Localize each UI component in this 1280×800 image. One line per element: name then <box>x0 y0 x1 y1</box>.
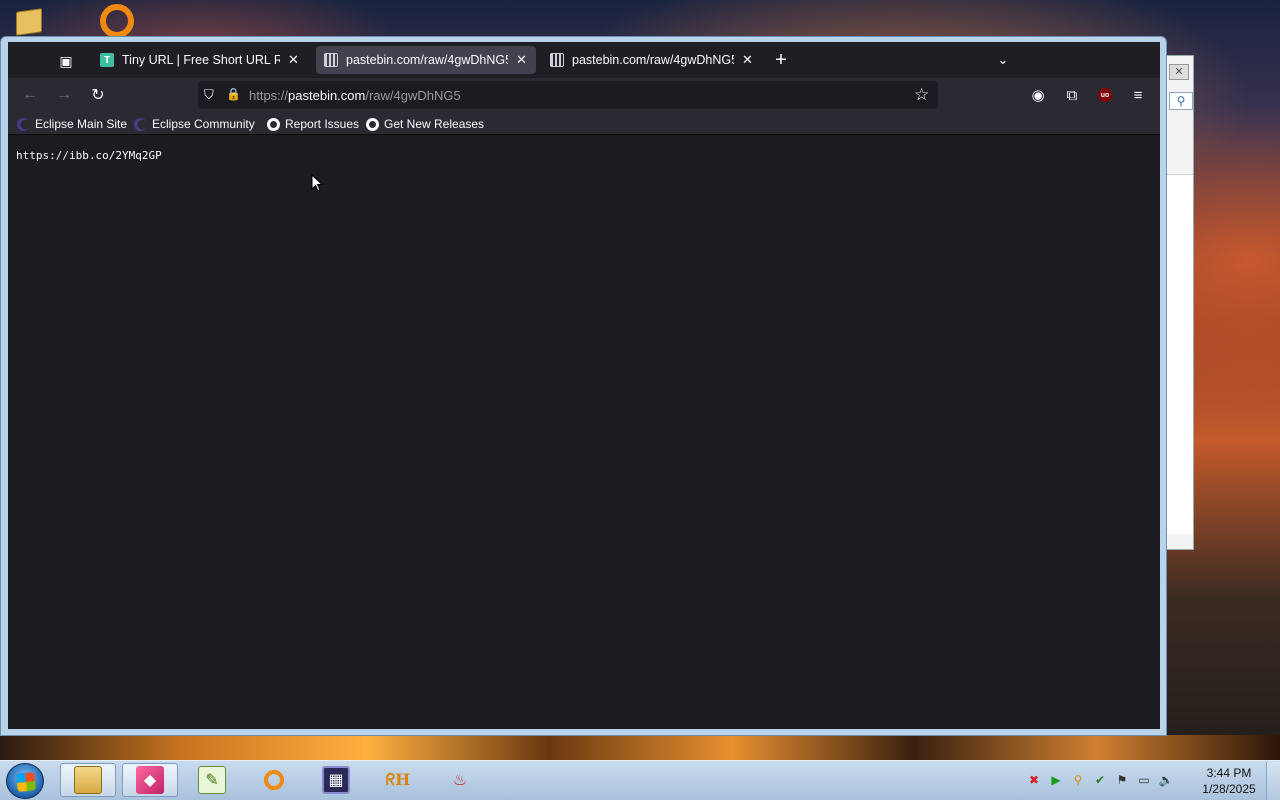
extensions-puzzle-icon[interactable]: ⧉ <box>1062 85 1082 105</box>
desktop-folder-icon[interactable] <box>14 4 46 36</box>
lock-icon[interactable]: 🔒 <box>226 87 241 103</box>
raw-paste-text[interactable]: https://ibb.co/2YMq2GP <box>16 149 162 162</box>
github-icon <box>366 117 379 131</box>
ublock-origin-icon[interactable]: uo <box>1098 88 1112 102</box>
cpu-chip-icon: ▦ <box>322 766 350 794</box>
tab-pastebin-active[interactable]: pastebin.com/raw/4gwDhNG5 ✕ <box>316 46 536 74</box>
url-path: /raw/4gwDhNG5 <box>365 88 461 103</box>
clock-date: 1/28/2025 <box>1202 782 1256 796</box>
tab-close-icon[interactable]: ✕ <box>288 52 300 68</box>
taskbar-pepper-tool[interactable]: ♨ <box>432 763 488 797</box>
system-tray: ✖ ▶ ⚲ ✔ ⚑ ▭ 🔈 <box>1026 772 1174 788</box>
taskbar-notepad[interactable]: ✎ <box>184 763 240 797</box>
url-text[interactable]: https://pastebin.com/raw/4gwDhNG5 <box>249 88 461 103</box>
clock-time: 3:44 PM <box>1206 766 1252 780</box>
tray-flag-icon[interactable]: ⚑ <box>1114 772 1130 788</box>
eclipse-icon <box>134 117 147 131</box>
background-window-close-icon[interactable]: ✕ <box>1169 64 1189 80</box>
new-tab-plus-icon[interactable]: + <box>770 48 792 72</box>
taskbar-rh-tool[interactable]: ᖇH <box>370 763 426 797</box>
hamburger-menu-icon[interactable]: ≡ <box>1128 85 1148 105</box>
url-host: pastebin.com <box>288 88 366 103</box>
bookmark-label: Report Issues <box>285 117 360 131</box>
tray-shield-icon[interactable]: ✔ <box>1092 772 1108 788</box>
folder-icon <box>74 766 102 794</box>
bookmark-star-icon[interactable]: ☆ <box>914 85 929 105</box>
tray-red-x-icon[interactable]: ✖ <box>1026 772 1042 788</box>
bookmark-label: Get New Releases <box>384 117 485 131</box>
bookmark-get-new-releases[interactable]: Get New Releases <box>366 116 484 132</box>
windows-logo-icon <box>16 772 36 792</box>
reload-icon[interactable]: ↻ <box>86 84 110 106</box>
resource-hacker-icon: ᖇH <box>385 770 411 789</box>
bookmark-report-issues[interactable]: Report Issues <box>267 116 359 132</box>
pastebin-favicon-icon <box>324 53 338 67</box>
page-content <box>8 135 1160 729</box>
magnifier-icon <box>260 766 288 794</box>
tab-pastebin[interactable]: pastebin.com/raw/4gwDhNG5 ✕ <box>542 46 762 74</box>
start-button[interactable] <box>6 763 44 799</box>
pastebin-favicon-icon <box>550 53 564 67</box>
show-desktop-button[interactable] <box>1266 762 1280 800</box>
desktop-app-icon[interactable] <box>100 4 134 38</box>
bookmark-label: Eclipse Community <box>152 117 255 131</box>
tab-title: Tiny URL | Free Short URL Redir <box>122 53 280 67</box>
tracking-shield-icon[interactable]: ⛉ <box>204 87 218 103</box>
taskbar-cpu-tool[interactable]: ▦ <box>308 763 364 797</box>
tab-close-icon[interactable]: ✕ <box>516 52 528 68</box>
tray-volume-icon[interactable]: 🔈 <box>1158 772 1174 788</box>
account-icon[interactable]: ◉ <box>1028 85 1048 105</box>
tinyurl-favicon-icon: T <box>100 53 114 67</box>
github-icon <box>267 117 280 131</box>
tab-tinyurl[interactable]: T Tiny URL | Free Short URL Redir ✕ <box>92 46 308 74</box>
taskbar-search-tool[interactable] <box>246 763 302 797</box>
back-arrow-icon[interactable]: ← <box>18 84 42 106</box>
tab-title: pastebin.com/raw/4gwDhNG5 <box>572 53 734 67</box>
tab-title: pastebin.com/raw/4gwDhNG5 <box>346 53 508 67</box>
background-window-search-icon[interactable]: ⚲ <box>1169 92 1193 110</box>
bookmark-label: Eclipse Main Site <box>35 117 128 131</box>
taskbar-firefox[interactable]: ◆ <box>122 763 178 797</box>
background-window-panel <box>1163 174 1193 534</box>
pepper-icon: ♨ <box>452 772 468 789</box>
firefox-icon: ◆ <box>136 766 164 794</box>
tab-close-icon[interactable]: ✕ <box>742 52 754 68</box>
notepad-icon: ✎ <box>198 766 226 794</box>
url-scheme: https:// <box>249 88 289 103</box>
tab-list-icon[interactable]: ▣ <box>52 50 80 72</box>
tray-play-icon[interactable]: ▶ <box>1048 772 1064 788</box>
taskbar-clock[interactable]: 3:44 PM 1/28/2025 <box>1196 765 1262 797</box>
taskbar-file-explorer[interactable] <box>60 763 116 797</box>
bookmark-eclipse-community[interactable]: Eclipse Community <box>134 116 255 132</box>
bookmark-eclipse-main-site[interactable]: Eclipse Main Site <box>17 116 127 132</box>
chevron-down-icon[interactable]: ⌄ <box>994 50 1012 70</box>
eclipse-icon <box>17 117 30 131</box>
tray-network-icon[interactable]: ▭ <box>1136 772 1152 788</box>
tray-search-icon[interactable]: ⚲ <box>1070 772 1086 788</box>
forward-arrow-icon[interactable]: → <box>52 84 76 106</box>
